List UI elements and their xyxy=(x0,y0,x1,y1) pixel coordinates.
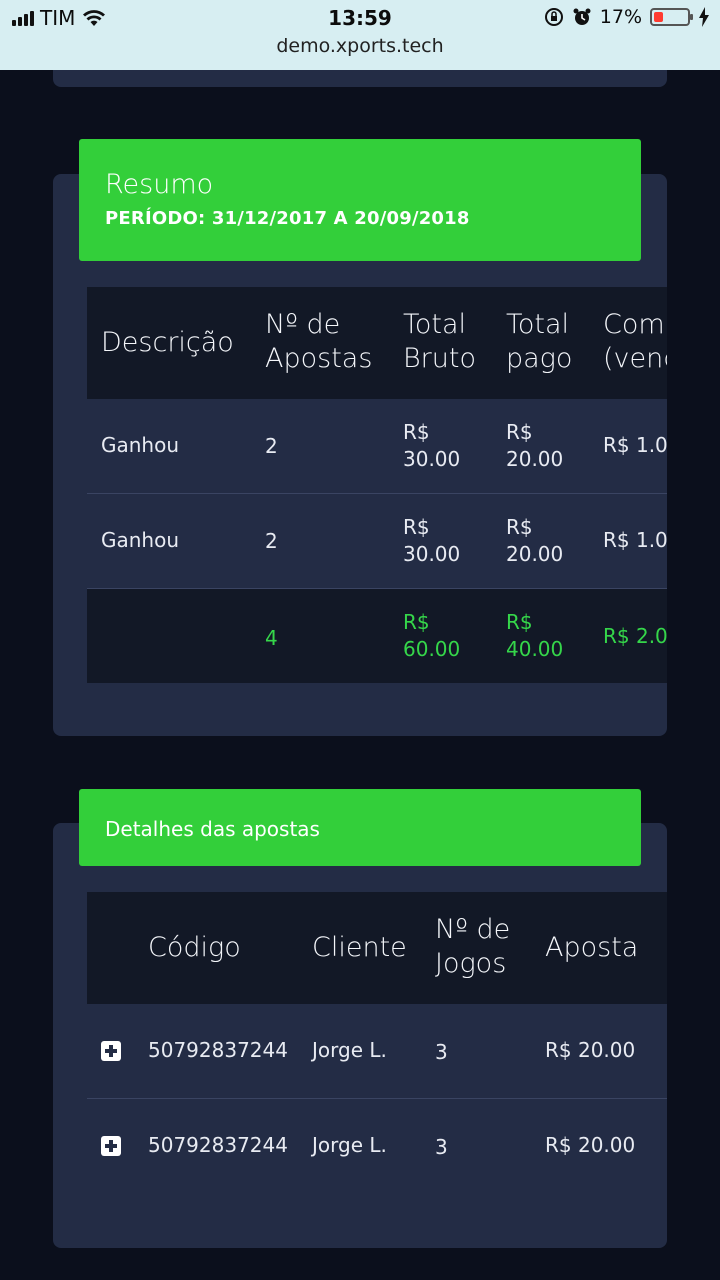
detalhes-table: Código Cliente Nº de Jogos Aposta 507928… xyxy=(87,892,667,1192)
row-codigo: 50792837244 xyxy=(148,1133,288,1157)
rotation-lock-icon xyxy=(544,8,563,26)
resumo-title: Resumo xyxy=(105,169,214,200)
row-codigo: 50792837244 xyxy=(148,1038,288,1062)
detalhes-header-row: Código Cliente Nº de Jogos Aposta xyxy=(87,892,667,1004)
resumo-period: PERÍODO: 31/12/2017 A 20/09/2018 xyxy=(105,208,470,229)
battery-icon xyxy=(650,8,693,26)
address-bar[interactable]: demo.xports.tech xyxy=(0,35,720,57)
header-num-jogos: Nº de Jogos xyxy=(435,914,511,979)
row-comissao: R$ 1.00 xyxy=(603,433,667,457)
row-aposta: R$ 20.00 xyxy=(545,1133,636,1157)
table-row: 50792837244 Jorge L. 3 R$ 20.00 xyxy=(87,1099,667,1192)
total-num-apostas: 4 xyxy=(265,626,278,650)
detalhes-title: Detalhes das apostas xyxy=(105,817,320,841)
plus-square-icon[interactable] xyxy=(101,1041,121,1061)
row-cliente: Jorge L. xyxy=(312,1038,387,1062)
detalhes-banner: Detalhes das apostas xyxy=(79,789,641,866)
row-num-jogos: 3 xyxy=(435,1135,448,1159)
alarm-icon xyxy=(573,8,591,25)
table-row: Ganhou 2 R$ 30.00 R$ 20.00 R$ 1.00 xyxy=(87,399,667,494)
row-total-bruto: R$ 30.00 xyxy=(403,515,461,566)
row-num-apostas: 2 xyxy=(265,434,278,458)
total-comissao: R$ 2.00 xyxy=(603,624,667,648)
header-num-apostas: Nº de Apostas xyxy=(265,309,373,374)
header-descricao: Descrição xyxy=(101,327,234,358)
resumo-header-row: Descrição Nº de Apostas Total Bruto Tota… xyxy=(87,287,667,399)
row-num-jogos: 3 xyxy=(435,1040,448,1064)
resumo-banner: Resumo PERÍODO: 31/12/2017 A 20/09/2018 xyxy=(79,139,641,261)
total-bruto: R$ 60.00 xyxy=(403,610,461,661)
battery-percent: 17% xyxy=(599,6,642,28)
table-row: Ganhou 2 R$ 30.00 R$ 20.00 R$ 1.00 xyxy=(87,494,667,589)
row-comissao: R$ 1.00 xyxy=(603,528,667,552)
plus-square-icon[interactable] xyxy=(101,1136,121,1156)
header-codigo: Código xyxy=(148,932,241,963)
row-descricao: Ganhou xyxy=(101,433,180,457)
table-row: 50792837244 Jorge L. 3 R$ 20.00 xyxy=(87,1004,667,1099)
row-total-pago: R$ 20.00 xyxy=(506,515,564,566)
header-comissao: Com (vend xyxy=(603,309,667,374)
row-total-pago: R$ 20.00 xyxy=(506,420,564,471)
header-aposta: Aposta xyxy=(545,932,639,963)
row-descricao: Ganhou xyxy=(101,528,180,552)
detalhes-card: Código Cliente Nº de Jogos Aposta 507928… xyxy=(53,823,667,1248)
status-bar: TIM 13:59 demo.xports.tech 17% xyxy=(0,0,720,70)
status-right: 17% xyxy=(544,6,710,28)
header-total-bruto: Total Bruto xyxy=(403,309,476,374)
total-pago: R$ 40.00 xyxy=(506,610,564,661)
header-cliente: Cliente xyxy=(312,932,407,963)
header-total-pago: Total pago xyxy=(506,309,573,374)
row-cliente: Jorge L. xyxy=(312,1133,387,1157)
charging-icon xyxy=(699,7,709,27)
row-aposta: R$ 20.00 xyxy=(545,1038,636,1062)
row-total-bruto: R$ 30.00 xyxy=(403,420,461,471)
resumo-table: Descrição Nº de Apostas Total Bruto Tota… xyxy=(87,287,667,683)
resumo-total-row: 4 R$ 60.00 R$ 40.00 R$ 2.00 xyxy=(87,589,667,683)
row-num-apostas: 2 xyxy=(265,529,278,553)
